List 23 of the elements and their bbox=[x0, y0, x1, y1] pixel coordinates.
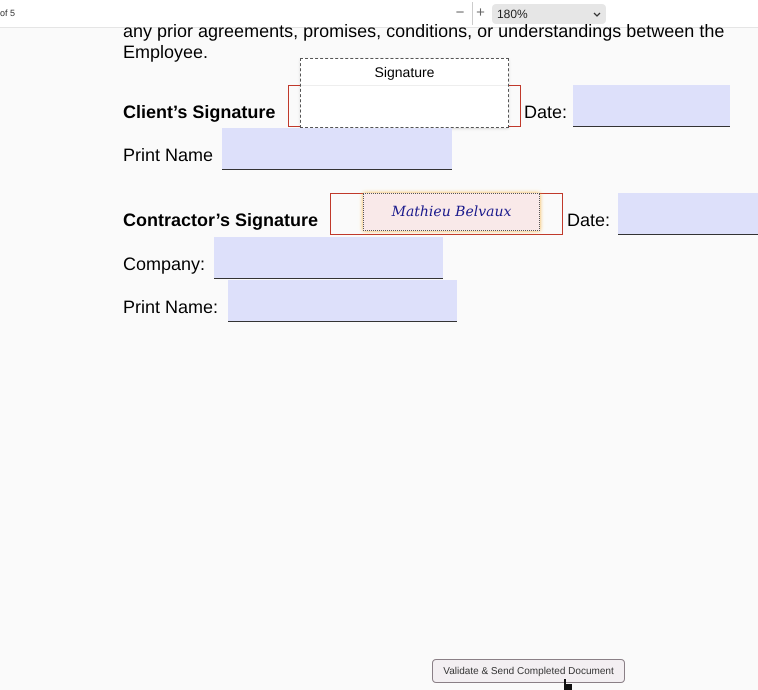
date-field[interactable] bbox=[618, 193, 758, 235]
zoom-in-button[interactable]: + bbox=[472, 2, 488, 25]
validate-send-button[interactable]: Validate & Send Completed Document bbox=[432, 659, 625, 683]
print-name-label: Print Name bbox=[123, 144, 214, 167]
signature-field[interactable]: Mathieu Belvaux bbox=[330, 193, 563, 235]
handwritten-signature: Mathieu Belvaux bbox=[392, 202, 512, 222]
print-name-field[interactable] bbox=[222, 128, 452, 170]
zoom-dropdown[interactable]: 180% bbox=[492, 4, 606, 24]
signature-label: Contractor’s Signature bbox=[123, 209, 320, 232]
print-name-field[interactable] bbox=[228, 280, 457, 322]
signature-label: Client’s Signature bbox=[123, 101, 276, 124]
company-label: Company: bbox=[123, 253, 206, 276]
paragraph-line: Employee. bbox=[123, 42, 210, 63]
signature-box[interactable]: Mathieu Belvaux bbox=[363, 193, 540, 231]
print-name-label: Print Name: bbox=[123, 296, 220, 319]
company-field[interactable] bbox=[214, 237, 443, 279]
date-label: Date: bbox=[567, 209, 612, 232]
caret-icon bbox=[593, 12, 601, 16]
popup-title: Signature bbox=[301, 59, 508, 86]
date-field[interactable] bbox=[573, 85, 730, 127]
page-indicator: of 5 bbox=[0, 6, 16, 20]
pointer-cursor-icon bbox=[562, 679, 573, 690]
date-label: Date: bbox=[524, 101, 568, 124]
